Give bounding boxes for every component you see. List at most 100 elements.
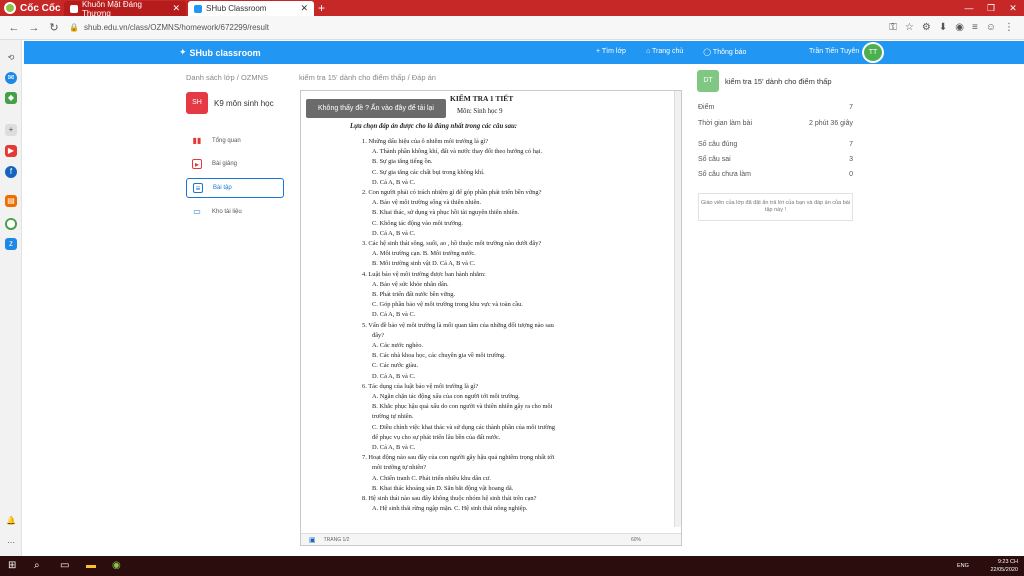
app-logo[interactable]: ✦ SHub classroom (179, 47, 261, 58)
breadcrumb[interactable]: Danh sách lớp / OZMNS (186, 73, 268, 82)
exam-line: đây? (372, 331, 385, 339)
avatar[interactable]: TT (862, 42, 884, 63)
translate-icon[interactable]: ◉ (955, 22, 964, 33)
zoom-level[interactable]: 60% (631, 537, 641, 543)
new-tab-button[interactable]: + (318, 1, 325, 15)
close-icon[interactable]: ✕ (172, 3, 180, 14)
system-tray[interactable]: ENG 9:23 CH 22/05/2020 (957, 558, 1018, 574)
close-window-button[interactable]: ✕ (1002, 0, 1024, 16)
exam-line: D. Cả A, B và C. (372, 229, 416, 237)
game-icon[interactable]: ◆ (5, 92, 17, 104)
stat-label: Số câu đúng (698, 141, 738, 148)
maximize-button[interactable]: ❐ (980, 0, 1002, 16)
file-explorer-icon[interactable]: ▬ (86, 560, 96, 572)
gear-icon[interactable]: ⚙ (922, 22, 931, 33)
task-view-icon[interactable]: ▭ (60, 560, 69, 572)
scrollbar[interactable] (674, 91, 681, 527)
homework-badge: DT (697, 70, 719, 92)
messenger-icon[interactable]: ✉ (5, 72, 17, 84)
more-icon[interactable]: ⋮ (1004, 22, 1014, 33)
more-icon[interactable]: ⋯ (5, 537, 17, 549)
shopping-icon[interactable]: ⬤ (5, 218, 17, 230)
stat-label: Điểm (698, 104, 715, 111)
tab-label: Khuôn Mặt Đáng Thương (81, 0, 142, 18)
profile-icon[interactable]: ☺ (986, 22, 996, 33)
facebook-icon[interactable]: f (5, 166, 17, 178)
home-link[interactable]: ⌂ Trang chủ (646, 48, 683, 56)
exam-line: 8. Hệ sinh thái nào sau đây không thuộc … (362, 495, 537, 502)
close-icon[interactable]: ✕ (300, 3, 308, 14)
exam-line: A. Thành phần không khí, đất và nước tha… (372, 148, 543, 156)
breadcrumb-homework[interactable]: kiểm tra 15' dành cho điểm thấp / Đáp án (299, 73, 436, 82)
exam-line: 2. Con người phải có trách nhiệm gì để g… (362, 189, 542, 196)
exam-line: A. Hệ sinh thái rừng ngập mặn. C. Hệ sin… (372, 505, 528, 513)
exam-subject: Môn: Sinh học 9 (457, 108, 503, 115)
find-class-link[interactable]: + Tìm lớp (596, 48, 626, 56)
exam-line: B. Các nhà khoa học, các chuyên gia về m… (372, 352, 506, 360)
exam-line: B. Môi trường sinh vật D. Cả A, B và C. (372, 260, 476, 268)
reload-icon[interactable]: ↻ (48, 21, 60, 34)
stat-label: Số câu sai (698, 156, 731, 163)
exam-line: trường tự nhiên. (372, 413, 414, 421)
tab-label: SHub Classroom (206, 4, 267, 13)
answer-notice: Giáo viên của lớp đã đặt ẩn trả lời của … (698, 193, 853, 221)
notifications-link[interactable]: ◯ Thông báo (703, 48, 746, 56)
exam-instruction: Lựa chọn đáp án được cho là đúng nhất tr… (350, 123, 518, 130)
stat-value: 3 (849, 156, 853, 163)
class-card[interactable]: SH K9 môn sinh học (186, 91, 286, 115)
key-icon[interactable]: ⚿ (889, 22, 897, 33)
class-name: K9 môn sinh học (214, 98, 274, 108)
exam-line: 1. Những dấu hiệu của ô nhiễm môi trường… (362, 138, 489, 145)
zalo-icon[interactable]: z (5, 238, 17, 250)
document-status-bar: ▣ TRANG 1/2 60% (301, 533, 681, 545)
history-icon[interactable]: ⟲ (5, 52, 17, 64)
minimize-button[interactable]: — (958, 0, 980, 16)
stat-value: 7 (849, 141, 853, 148)
document-viewer[interactable]: ▣ TRANG 1/2 60% (300, 90, 682, 546)
windows-taskbar: ⊞ ⌕ ▭ ▬ ◉ ENG 9:23 CH 22/05/2020 (0, 556, 1024, 576)
exam-line: B. Khai thác khoáng sản D. Săn bắt động … (372, 484, 514, 492)
word-icon: ▣ (309, 536, 316, 544)
bell-icon[interactable]: 🔔 (5, 515, 17, 527)
exam-line: A. Ngăn chặn tác động xấu của con người … (372, 393, 520, 400)
stat-label: Số câu chưa làm (698, 171, 751, 178)
tab-khuon-mat[interactable]: Khuôn Mặt Đáng Thương ✕ (64, 0, 186, 18)
exam-line: C. Điều chỉnh việc khai thác và sử dụng … (372, 423, 555, 431)
exam-line: B. Khai thác, sử dụng và phục hồi tài ng… (372, 209, 520, 217)
stat-value: 0 (849, 171, 853, 178)
page-indicator: TRANG 1/2 (323, 536, 350, 543)
menu-label: Bài giảng (212, 161, 238, 167)
star-icon[interactable]: ☆ (905, 22, 914, 33)
menu-assignments[interactable]: ≡ Bài tập (186, 178, 284, 198)
windows-start-icon[interactable]: ⊞ (8, 560, 16, 572)
app-nav: + Tìm lớp ⌂ Trang chủ ◯ Thông báo (596, 48, 746, 56)
menu-label: Tổng quan (212, 138, 241, 144)
exam-line: B. Phát triển đất nước bền vững. (372, 291, 456, 298)
app-header: ✦ SHub classroom + Tìm lớp ⌂ Trang chủ ◯ … (24, 41, 1024, 64)
search-icon[interactable]: ⌕ (34, 560, 40, 572)
add-icon[interactable]: + (5, 124, 17, 136)
back-icon[interactable]: ← (8, 22, 20, 34)
url-input[interactable]: shub.edu.vn/class/OZMNS/homework/672299/… (84, 23, 889, 32)
forward-icon[interactable]: → (28, 22, 40, 34)
tab-shub[interactable]: SHub Classroom ✕ (188, 1, 314, 16)
exam-title: KIỂM TRA 1 TIẾT (450, 94, 514, 103)
youtube-icon (70, 4, 78, 13)
notes-icon[interactable]: ▤ (5, 195, 17, 207)
assignment-icon: ≡ (193, 183, 203, 193)
exam-line: môi trường tự nhiên? (372, 464, 427, 472)
menu-lectures[interactable]: ▸ Bài giảng (186, 154, 284, 174)
user-name[interactable]: Trần Tiến Tuyên (809, 48, 859, 55)
lock-icon: 🔒 (69, 23, 79, 32)
browser-logo[interactable]: Cốc Cốc (4, 1, 61, 15)
language-indicator[interactable]: ENG (957, 563, 969, 569)
app-name: SHub classroom (189, 47, 261, 58)
menu-label: Kho tài liệu (212, 209, 242, 215)
youtube-icon[interactable]: ▶ (5, 145, 17, 157)
reload-hint-button[interactable]: Không thấy đề ? Ấn vào đây để tải lại (306, 99, 446, 118)
menu-icon[interactable]: ≡ (972, 22, 978, 33)
menu-overview[interactable]: ▮▮ Tổng quan (186, 131, 284, 151)
download-icon[interactable]: ⬇ (939, 22, 947, 33)
coccoc-taskbar-icon[interactable]: ◉ (112, 560, 121, 572)
menu-library[interactable]: ▭ Kho tài liệu (186, 202, 284, 222)
